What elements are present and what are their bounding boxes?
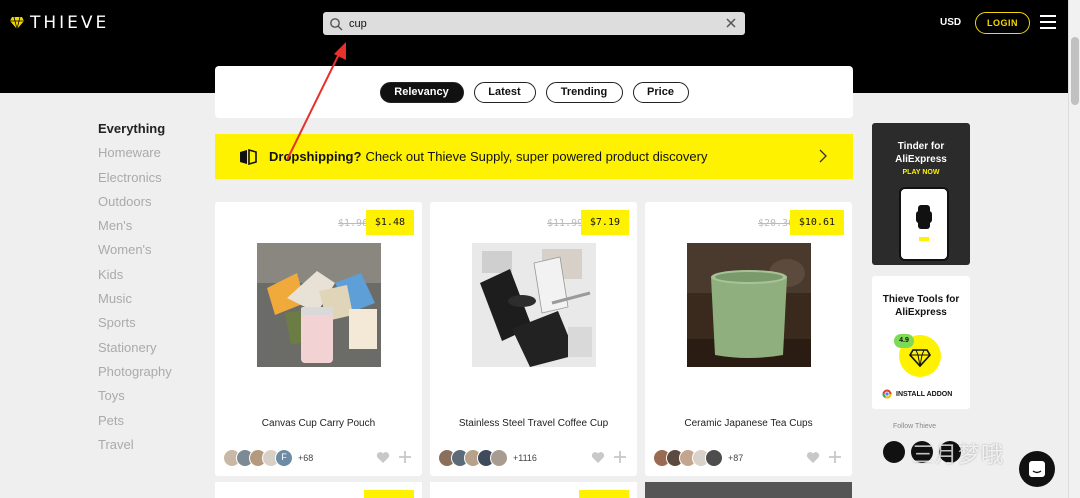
avatar <box>705 449 723 467</box>
category-mens[interactable]: Men's <box>98 217 172 241</box>
phone-mockup <box>899 187 949 261</box>
facebook-icon[interactable] <box>883 441 905 463</box>
product-title[interactable]: Canvas Cup Carry Pouch <box>215 418 422 429</box>
category-electronics[interactable]: Electronics <box>98 169 172 193</box>
product-title[interactable]: Ceramic Japanese Tea Cups <box>645 418 852 429</box>
category-kids[interactable]: Kids <box>98 266 172 290</box>
category-music[interactable]: Music <box>98 290 172 314</box>
category-list: Everything Homeware Electronics Outdoors… <box>98 120 172 460</box>
old-price: $20.36 <box>758 218 795 229</box>
install-label: INSTALL ADDON <box>896 390 953 398</box>
avatar <box>490 449 508 467</box>
saver-count: +87 <box>728 453 744 463</box>
rating-badge: 4.9 <box>894 334 914 348</box>
book-icon <box>240 148 257 165</box>
category-homeware[interactable]: Homeware <box>98 144 172 168</box>
heart-icon[interactable] <box>591 451 605 464</box>
thieve-logo[interactable]: THIEVE <box>10 13 109 33</box>
saver-avatars: F +68 <box>223 449 313 467</box>
scrollbar[interactable] <box>1068 0 1080 498</box>
install-addon-button[interactable]: INSTALL ADDON <box>882 389 952 399</box>
chevron-right-icon <box>819 149 827 163</box>
plus-icon[interactable] <box>613 450 627 464</box>
saver-avatars: +87 <box>653 449 743 467</box>
plus-icon[interactable] <box>398 450 412 464</box>
dropshipping-banner[interactable]: Dropshipping? Check out Thieve Supply, s… <box>215 134 853 179</box>
product-card[interactable]: $11.99 $7.19 Stainless Steel Travel Coff… <box>430 202 637 476</box>
thieve-tools-ad[interactable]: Thieve Tools for AliExpress 4.9 INSTALL … <box>872 276 970 409</box>
plus-icon[interactable] <box>828 450 842 464</box>
category-outdoors[interactable]: Outdoors <box>98 193 172 217</box>
banner-text: Check out Thieve Supply, super powered p… <box>365 149 708 164</box>
product-image[interactable] <box>472 243 596 367</box>
search-icon <box>330 17 343 30</box>
scrollbar-thumb[interactable] <box>1071 37 1079 105</box>
heart-icon[interactable] <box>376 451 390 464</box>
avatar-letter: F <box>275 449 293 467</box>
watermark: 三月梦哦 <box>912 443 1005 468</box>
logo-text: THIEVE <box>30 13 110 33</box>
product-card-partial[interactable] <box>215 482 422 498</box>
product-card-partial[interactable] <box>430 482 637 498</box>
price-badge: $1.48 <box>365 210 414 235</box>
sort-bar: Relevancy Latest Trending Price <box>215 66 853 118</box>
banner-bold: Dropshipping? <box>269 149 362 164</box>
login-button[interactable]: LOGIN <box>975 12 1030 34</box>
price-badge: $7.19 <box>580 210 629 235</box>
category-photography[interactable]: Photography <box>98 363 172 387</box>
heart-icon[interactable] <box>806 451 820 464</box>
diamond-icon <box>10 17 24 29</box>
category-pets[interactable]: Pets <box>98 412 172 436</box>
product-card[interactable]: $1.96 $1.48 Canvas Cup Carry Pouch F +68 <box>215 202 422 476</box>
old-price: $11.99 <box>547 218 584 229</box>
hamburger-menu-icon[interactable] <box>1040 15 1056 29</box>
currency-selector[interactable]: USD <box>940 17 961 28</box>
category-sports[interactable]: Sports <box>98 314 172 338</box>
product-image[interactable] <box>687 243 811 367</box>
sort-price[interactable]: Price <box>632 81 689 103</box>
chat-icon <box>1029 461 1045 477</box>
price-badge: $10.61 <box>789 210 844 235</box>
product-card-partial[interactable] <box>645 482 852 498</box>
search-bar[interactable] <box>323 12 745 35</box>
saver-avatars: +1116 <box>438 449 537 467</box>
chrome-icon <box>882 389 892 399</box>
search-input[interactable] <box>349 17 719 30</box>
saver-count: +68 <box>298 453 314 463</box>
category-toys[interactable]: Toys <box>98 387 172 411</box>
old-price: $1.96 <box>338 218 369 229</box>
category-everything[interactable]: Everything <box>98 120 172 144</box>
follow-label: Follow Thieve <box>893 423 937 430</box>
ad-title: Tinder for AliExpress <box>895 141 947 165</box>
sort-latest[interactable]: Latest <box>473 81 536 103</box>
sort-relevancy[interactable]: Relevancy <box>379 81 464 103</box>
product-image[interactable] <box>257 243 381 367</box>
chat-button[interactable] <box>1019 451 1055 487</box>
play-now-label[interactable]: PLAY NOW <box>872 169 970 176</box>
saver-count: +1116 <box>513 453 537 463</box>
ad-title: Thieve Tools for AliExpress <box>882 294 960 318</box>
clear-icon[interactable] <box>725 17 737 29</box>
product-card[interactable]: $20.36 $10.61 Ceramic Japanese Tea Cups … <box>645 202 852 476</box>
sort-trending[interactable]: Trending <box>545 81 623 103</box>
category-travel[interactable]: Travel <box>98 436 172 460</box>
tinder-aliexpress-ad[interactable]: Tinder for AliExpress PLAY NOW <box>872 123 970 265</box>
product-title[interactable]: Stainless Steel Travel Coffee Cup <box>430 418 637 429</box>
category-womens[interactable]: Women's <box>98 241 172 265</box>
category-stationery[interactable]: Stationery <box>98 339 172 363</box>
